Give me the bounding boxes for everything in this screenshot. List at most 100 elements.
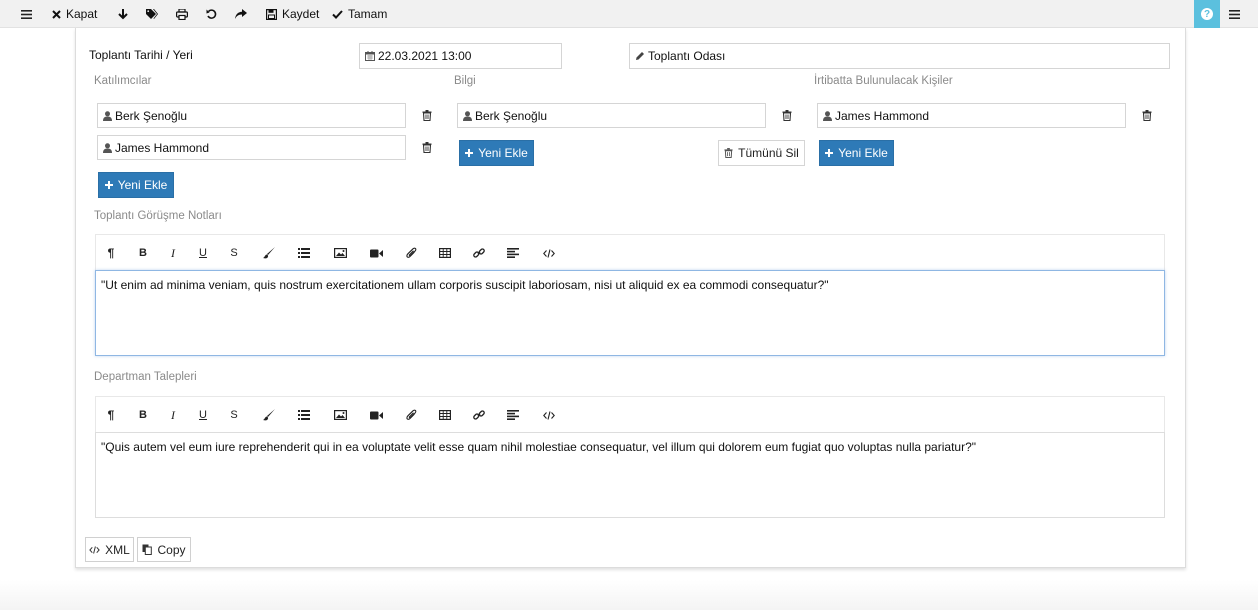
- image-icon[interactable]: [332, 407, 348, 423]
- brush-icon[interactable]: [261, 407, 277, 423]
- add-participant-label: Yeni Ekle: [117, 178, 168, 192]
- right-menu-button[interactable]: [1229, 0, 1240, 28]
- participants-label: Katılımcılar: [94, 75, 152, 87]
- participant-name: Berk Şenoğlu: [115, 108, 188, 123]
- code-icon[interactable]: [541, 407, 557, 423]
- video-icon[interactable]: [368, 407, 384, 423]
- list-icon[interactable]: [296, 245, 312, 261]
- help-button[interactable]: ?: [1194, 0, 1220, 28]
- check-icon: [332, 9, 343, 19]
- requests-editor[interactable]: "Quis autem vel eum iure reprehenderit q…: [95, 432, 1165, 518]
- page-footer: [0, 580, 1258, 610]
- delete-participant-button[interactable]: [421, 109, 433, 121]
- delete-participant-button[interactable]: [421, 141, 433, 153]
- save-button[interactable]: Kaydet: [266, 0, 319, 28]
- underline-icon[interactable]: U: [195, 407, 211, 423]
- italic-icon[interactable]: I: [165, 407, 181, 423]
- code-icon[interactable]: [541, 245, 557, 261]
- delete-contact-button[interactable]: [1141, 109, 1153, 121]
- plus-icon: [104, 181, 113, 189]
- tags-icon: [146, 8, 158, 19]
- plus-icon: [825, 149, 834, 157]
- list-icon[interactable]: [296, 407, 312, 423]
- add-info-label: Yeni Ekle: [478, 146, 528, 160]
- add-contact-button[interactable]: Yeni Ekle: [819, 140, 894, 166]
- user-icon: [463, 110, 472, 121]
- trash-icon: [422, 109, 432, 121]
- align-icon[interactable]: [505, 245, 521, 261]
- download-button[interactable]: [118, 0, 128, 28]
- add-contact-label: Yeni Ekle: [838, 146, 888, 160]
- pencil-icon: [636, 52, 644, 60]
- menu-button[interactable]: [21, 0, 32, 28]
- paragraph-icon[interactable]: ¶: [103, 407, 119, 423]
- meeting-place-input[interactable]: Toplantı Odası: [629, 43, 1170, 69]
- undo-icon: [206, 8, 217, 19]
- table-icon[interactable]: [437, 245, 453, 261]
- trash-icon: [1142, 109, 1152, 121]
- italic-icon[interactable]: I: [165, 245, 181, 261]
- table-icon[interactable]: [437, 407, 453, 423]
- close-button[interactable]: Kapat: [52, 0, 97, 28]
- plus-icon: [465, 149, 474, 157]
- participant-input[interactable]: James Hammond: [97, 135, 406, 160]
- link-icon[interactable]: [471, 245, 487, 261]
- align-icon[interactable]: [505, 407, 521, 423]
- participant-name: James Hammond: [115, 140, 210, 155]
- info-input[interactable]: Berk Şenoğlu: [457, 103, 766, 128]
- meeting-date-value: 22.03.2021 13:00: [378, 49, 472, 63]
- ok-button[interactable]: Tamam: [332, 0, 387, 28]
- contacts-label: İrtibatta Bulunulacak Kişiler: [814, 75, 953, 87]
- print-icon: [176, 8, 188, 20]
- bold-icon[interactable]: B: [135, 245, 151, 261]
- floppy-icon: [266, 8, 277, 20]
- delete-all-label: Tümünü Sil: [738, 146, 799, 160]
- brush-icon[interactable]: [261, 245, 277, 261]
- notes-editor[interactable]: "Ut enim ad minima veniam, quis nostrum …: [95, 270, 1165, 356]
- close-icon: [52, 9, 61, 19]
- user-icon: [823, 110, 832, 121]
- close-label: Kapat: [66, 7, 98, 21]
- arrow-down-icon: [118, 8, 128, 19]
- bold-icon[interactable]: B: [135, 407, 151, 423]
- print-button[interactable]: [176, 0, 188, 28]
- image-icon[interactable]: [332, 245, 348, 261]
- hamburger-icon: [1229, 9, 1240, 19]
- trash-icon: [724, 148, 733, 158]
- save-label: Kaydet: [282, 7, 320, 21]
- trash-icon: [782, 109, 792, 121]
- contact-name: James Hammond: [835, 108, 930, 123]
- add-info-button[interactable]: Yeni Ekle: [459, 140, 534, 166]
- help-icon: ?: [1201, 8, 1213, 20]
- tags-button[interactable]: [146, 0, 158, 28]
- copy-icon: [142, 544, 153, 555]
- undo-button[interactable]: [206, 0, 217, 28]
- trash-icon: [422, 141, 432, 153]
- video-icon[interactable]: [368, 245, 384, 261]
- link-icon[interactable]: [471, 407, 487, 423]
- share-icon: [235, 9, 247, 19]
- add-participant-button[interactable]: Yeni Ekle: [98, 172, 174, 198]
- info-name: Berk Şenoğlu: [475, 108, 548, 123]
- underline-icon[interactable]: U: [195, 245, 211, 261]
- xml-button[interactable]: XML: [85, 537, 134, 562]
- attachment-icon[interactable]: [403, 245, 419, 261]
- xml-label: XML: [105, 542, 130, 557]
- copy-button[interactable]: Copy: [137, 537, 191, 562]
- notes-content: "Ut enim ad minima veniam, quis nostrum …: [101, 278, 829, 292]
- attachment-icon[interactable]: [403, 407, 419, 423]
- strikethrough-icon[interactable]: S: [226, 407, 242, 423]
- top-toolbar: Kapat Kaydet Tamam ?: [0, 0, 1258, 28]
- delete-info-button[interactable]: [781, 109, 793, 121]
- contact-input[interactable]: James Hammond: [817, 103, 1126, 128]
- participant-input[interactable]: Berk Şenoğlu: [97, 103, 406, 128]
- hamburger-icon: [21, 9, 32, 19]
- redo-button[interactable]: [235, 0, 247, 28]
- meeting-date-label: Toplantı Tarihi / Yeri: [89, 48, 193, 62]
- user-icon: [103, 142, 112, 153]
- paragraph-icon[interactable]: ¶: [103, 245, 119, 261]
- notes-editor-toolbar: ¶ B I U S: [95, 234, 1165, 270]
- meeting-date-input[interactable]: 22.03.2021 13:00: [359, 43, 562, 69]
- delete-all-button[interactable]: Tümünü Sil: [718, 140, 805, 166]
- strikethrough-icon[interactable]: S: [226, 245, 242, 261]
